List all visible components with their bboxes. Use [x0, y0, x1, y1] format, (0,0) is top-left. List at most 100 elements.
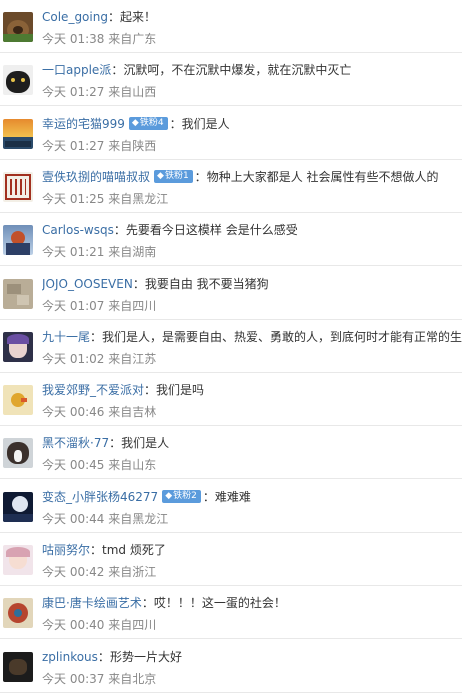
- comment-text: 哎！！！这一蛋的社会！: [153, 596, 286, 611]
- comment-text: 我们是人，是需要自由、热爱、勇敢的人，到底何时才能有正常的生: [102, 329, 462, 344]
- username-link[interactable]: zplinkous: [42, 650, 98, 664]
- comment-row: 一口apple派：沉默呵，不在沉默中爆发，就在沉默中灭亡今天 01:27 来自山…: [0, 53, 462, 107]
- comment-row: 壹佚玖捌的喵喵叔叔 ◆铁粉1 ：物种上大家都是人 社会属性有些不想做人的 今天 01:…: [0, 160, 462, 213]
- comment-meta: 今天 01:27 来自陕西: [42, 138, 157, 153]
- user-avatar[interactable]: [3, 225, 33, 256]
- username-link[interactable]: JOJO_OOSEVEN: [42, 277, 133, 291]
- comment-row: 变态_小胖张杨46277 ◆铁粉2 ：难难难 今天 00:44 来自黑龙江: [0, 480, 462, 533]
- comment-meta: 今天 00:44 来自黑龙江: [42, 511, 169, 526]
- comment-row: 九十一尾：我们是人，是需要自由、热爱、勇敢的人，到底何时才能有正常的生今天 01…: [0, 320, 462, 373]
- user-avatar[interactable]: [3, 491, 33, 522]
- user-avatar[interactable]: [3, 331, 33, 362]
- comment-text: 我要自由 我不要当猪狗: [144, 276, 269, 291]
- comment-line: 变态_小胖张杨46277 ◆铁粉2 ：难难难: [42, 487, 462, 507]
- comment-row: Carlos-wsqs：先要看今日这模样 会是什么感受今天 01:21 来自湖南: [0, 213, 462, 267]
- comment-text: 沉默呵，不在沉默中爆发，就在沉默中灭亡: [123, 63, 352, 78]
- comment-list: Cole_going：起来！ 今天 01:38 来自广东 一口apple派：沉默呵，…: [0, 0, 462, 700]
- comment-row: 康巴·唐卡绘画艺术：哎！！！这一蛋的社会！ 今天 00:40 来自四川: [0, 586, 462, 640]
- comment-meta: 今天 00:46 来自吉林: [42, 405, 157, 420]
- comment-row: 黑不溜秋·77：我们是人今天 00:45 来自山东: [0, 426, 462, 480]
- comment-meta: 今天 01:02 来自江苏: [42, 351, 157, 366]
- comment-row: zplinkous：形势一片大好今天 00:37 来自北京: [0, 640, 462, 693]
- fan-badge[interactable]: ◆铁粉4: [128, 116, 168, 130]
- username-link[interactable]: 咕丽努尔: [42, 543, 90, 557]
- colon-separator: ：: [90, 543, 103, 557]
- fan-badge-label: 铁粉1: [164, 170, 189, 181]
- comment-line: Carlos-wsqs：先要看今日这模样 会是什么感受: [42, 220, 462, 240]
- comment-meta: 今天 01:25 来自黑龙江: [42, 191, 169, 206]
- username-link[interactable]: 幸运的宅猫999: [42, 117, 125, 131]
- comment-row: 咕丽努尔：tmd 烦死了 今天 00:42 来自浙江: [0, 533, 462, 586]
- colon-separator: ：: [90, 329, 103, 344]
- username-link[interactable]: 黑不溜秋·77: [42, 436, 109, 450]
- comment-text: tmd 烦死了: [102, 543, 166, 557]
- comment-text: 先要看今日这模样 会是什么感受: [125, 223, 298, 238]
- username-link[interactable]: Cole_going: [42, 10, 108, 24]
- username-link[interactable]: 一口apple派: [42, 63, 111, 77]
- comment-line: JOJO_OOSEVEN：我要自由 我不要当猪狗: [42, 274, 462, 294]
- user-avatar[interactable]: [3, 171, 33, 202]
- comment-text: 我们是人: [181, 116, 230, 131]
- comment-line: Cole_going：起来！: [42, 7, 462, 27]
- fan-badge[interactable]: ◆铁粉1: [154, 169, 193, 183]
- comment-row: 幸运的宅猫999 ◆铁粉4 ：我们是人 今天 01:27 来自陕西: [0, 107, 462, 160]
- username-link[interactable]: 壹佚玖捌的喵喵叔叔: [42, 170, 150, 184]
- diamond-icon: ◆: [157, 170, 164, 181]
- diamond-icon: ◆: [131, 117, 139, 128]
- comment-line: 一口apple派：沉默呵，不在沉默中爆发，就在沉默中灭亡: [42, 60, 462, 80]
- comment-line: 黑不溜秋·77：我们是人: [42, 433, 462, 453]
- comment-meta: 今天 01:07 来自四川: [42, 298, 157, 313]
- comment-text: 物种上大家都是人 社会属性有些不想做人的: [206, 169, 439, 184]
- colon-separator: ：: [109, 436, 122, 451]
- user-avatar[interactable]: [3, 118, 33, 149]
- comment-meta: 今天 01:21 来自湖南: [42, 245, 157, 260]
- fan-badge[interactable]: ◆铁粉2: [162, 489, 201, 503]
- colon-separator: ：: [141, 596, 154, 611]
- username-link[interactable]: Carlos-wsqs: [42, 223, 114, 237]
- user-avatar[interactable]: [3, 278, 33, 309]
- comment-row: 我爱郊野_不爱派对：我们是吗今天 00:46 来自吉林: [0, 373, 462, 427]
- colon-separator: ：: [97, 649, 110, 664]
- comment-line: 壹佚玖捌的喵喵叔叔 ◆铁粉1 ：物种上大家都是人 社会属性有些不想做人的: [42, 167, 462, 187]
- comment-meta: 今天 01:27 来自山西: [42, 85, 157, 100]
- comment-text: 我们是人: [121, 436, 170, 451]
- user-avatar[interactable]: [3, 438, 33, 469]
- comment-line: zplinkous：形势一片大好: [42, 647, 462, 667]
- comment-text: 形势一片大好: [109, 649, 182, 664]
- colon-separator: ：: [144, 383, 157, 398]
- comment-meta: 今天 00:40 来自四川: [42, 618, 157, 633]
- user-avatar[interactable]: [3, 545, 33, 575]
- colon-separator: ：: [132, 276, 145, 291]
- comment-line: 九十一尾：我们是人，是需要自由、热爱、勇敢的人，到底何时才能有正常的生: [42, 327, 462, 347]
- comment-meta: 今天 00:37 来自北京: [42, 671, 157, 686]
- username-link[interactable]: 康巴·唐卡绘画艺术: [42, 596, 142, 610]
- colon-separator: ：: [113, 223, 126, 238]
- user-avatar[interactable]: [3, 651, 33, 682]
- comment-row: JOJO_OOSEVEN：我要自由 我不要当猪狗今天 01:07 来自四川: [0, 267, 462, 320]
- colon-separator: ：: [194, 169, 207, 184]
- username-link[interactable]: 我爱郊野_不爱派对: [42, 383, 144, 397]
- colon-separator: ：: [202, 489, 215, 504]
- comment-meta: 今天 01:38 来自广东: [42, 32, 157, 46]
- comment-text: 难难难: [214, 489, 251, 504]
- colon-separator: ：: [169, 116, 182, 131]
- user-avatar[interactable]: [3, 12, 33, 42]
- comment-text: 起来！: [119, 10, 156, 24]
- comment-line: 幸运的宅猫999 ◆铁粉4 ：我们是人: [42, 114, 462, 134]
- colon-separator: ：: [107, 10, 120, 24]
- diamond-icon: ◆: [165, 490, 173, 501]
- user-avatar[interactable]: [3, 65, 33, 96]
- comment-row: Cole_going：起来！ 今天 01:38 来自广东: [0, 0, 462, 53]
- username-link[interactable]: 变态_小胖张杨46277: [42, 490, 158, 504]
- user-avatar[interactable]: [3, 385, 33, 416]
- username-link[interactable]: 九十一尾: [42, 330, 90, 344]
- comment-line: 咕丽努尔：tmd 烦死了: [42, 540, 462, 560]
- fan-badge-label: 铁粉2: [173, 490, 197, 501]
- colon-separator: ：: [111, 63, 124, 78]
- fan-badge-label: 铁粉4: [139, 117, 164, 128]
- user-avatar[interactable]: [3, 598, 33, 629]
- comment-meta: 今天 00:45 来自山东: [42, 458, 157, 473]
- comment-line: 我爱郊野_不爱派对：我们是吗: [42, 380, 462, 400]
- comment-line: 康巴·唐卡绘画艺术：哎！！！这一蛋的社会！: [42, 593, 462, 613]
- comment-text: 我们是吗: [156, 383, 205, 398]
